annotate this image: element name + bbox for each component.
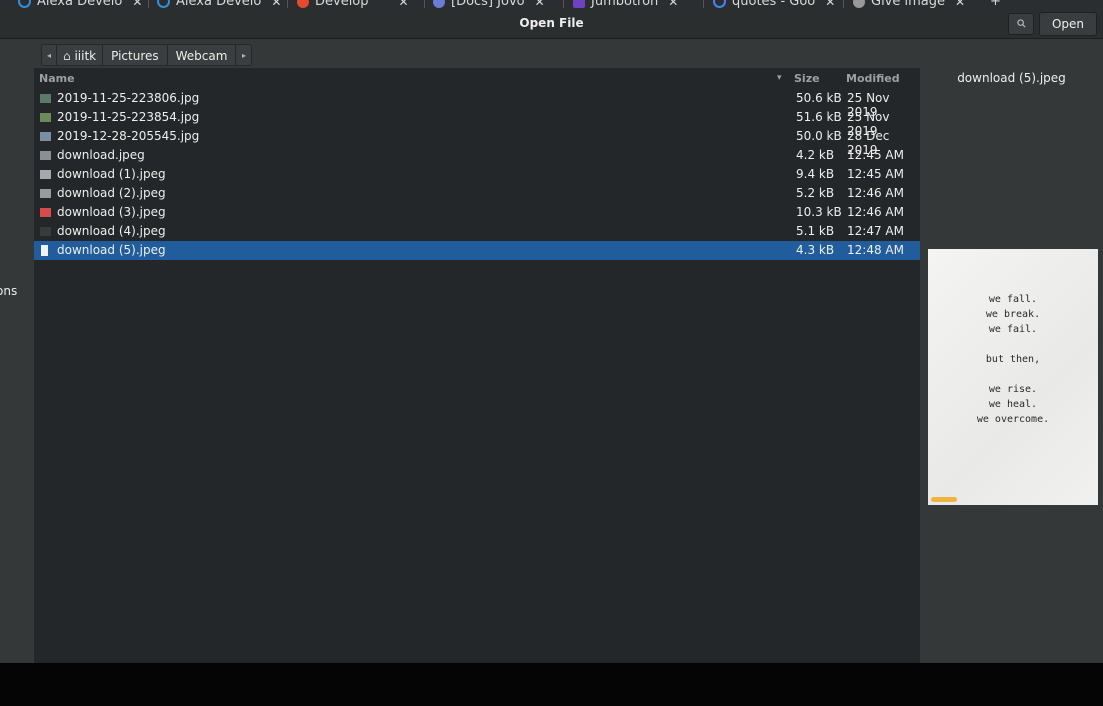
watermark-logo-icon (931, 497, 957, 502)
file-name: download (3).jpeg (57, 205, 166, 219)
preview-image: we fall. we break. we fail. but then, we r… (928, 249, 1098, 505)
quote-line (928, 367, 1098, 382)
quote-line (928, 337, 1098, 352)
file-size: 5.1 kB (796, 224, 835, 238)
table-row[interactable]: download (2).jpeg 5.2 kB 12:46 AM (34, 184, 920, 203)
tab-favicon-icon (853, 0, 865, 8)
file-size: 4.3 kB (796, 243, 835, 257)
desktop-background (0, 663, 1103, 706)
chevron-right-icon: ▸ (241, 51, 246, 60)
path-back-button[interactable]: ◂ (41, 44, 57, 66)
tab-favicon-icon (157, 0, 170, 8)
file-name: download.jpeg (57, 148, 145, 162)
file-name: 2019-11-25-223854.jpg (57, 110, 200, 124)
quote-line: we fail. (988, 324, 1038, 335)
path-forward-button[interactable]: ▸ (236, 44, 253, 66)
sidebar-item-label[interactable]: ons (0, 284, 17, 298)
search-icon (1016, 18, 1026, 28)
file-modified: 12:45 AM (847, 167, 904, 181)
quote-line: we overcome. (976, 414, 1050, 425)
file-size: 50.0 kB (796, 129, 842, 143)
image-file-icon (40, 151, 51, 160)
quote-line: we heal. (988, 399, 1038, 410)
image-file-icon (40, 132, 51, 141)
file-size: 9.4 kB (796, 167, 835, 181)
tab-favicon-icon (433, 0, 445, 8)
table-row[interactable]: download.jpeg 4.2 kB 12:45 AM (34, 146, 920, 165)
dialog-header: Open File Open (0, 8, 1103, 39)
quote-line: but then, (985, 354, 1041, 365)
path-item-home[interactable]: ⌂ iiitk (57, 44, 104, 66)
file-name: download (2).jpeg (57, 186, 166, 200)
file-size: 50.6 kB (796, 91, 842, 105)
places-sidebar: ons (0, 39, 34, 663)
quote-line: we break. (985, 309, 1041, 320)
path-item-pictures[interactable]: Pictures (103, 44, 168, 66)
table-row[interactable]: 2019-11-25-223806.jpg 50.6 kB 25 Nov 2019 (34, 89, 920, 119)
open-button[interactable]: Open (1039, 12, 1097, 36)
file-name: 2019-12-28-205545.jpg (57, 129, 200, 143)
image-file-icon (40, 227, 51, 236)
file-list[interactable]: Name ▾ Size Modified 2019-11-25-223806.j… (34, 68, 920, 663)
chevron-left-icon: ◂ (46, 51, 51, 60)
file-modified: 12:46 AM (847, 205, 904, 219)
path-item-label: iiitk (74, 49, 97, 63)
open-file-dialog: Open File Open ons ◂ ⌂ iiitk Pictures We… (0, 8, 1103, 663)
tab-favicon-icon (18, 0, 31, 8)
file-name: download (5).jpeg (57, 243, 166, 257)
file-name: download (4).jpeg (57, 224, 166, 238)
preview-filename: download (5).jpeg (957, 71, 1066, 85)
column-header-modified[interactable]: Modified (846, 72, 900, 85)
quote-line: we fall. (988, 294, 1038, 305)
column-header-size[interactable]: Size (794, 72, 820, 85)
file-size: 5.2 kB (796, 186, 835, 200)
table-row[interactable]: 2019-12-28-205545.jpg 50.0 kB 28 Dec 2019 (34, 127, 920, 157)
preview-pane: download (5).jpeg we fall. we break. we fa… (920, 68, 1103, 663)
search-button[interactable] (1008, 13, 1034, 35)
table-row[interactable]: download (3).jpeg 10.3 kB 12:46 AM (34, 203, 920, 222)
quote-line: we rise. (988, 384, 1038, 395)
path-bar: ◂ ⌂ iiitk Pictures Webcam ▸ (41, 44, 253, 66)
file-modified: 12:48 AM (847, 243, 904, 257)
table-row[interactable]: download (4).jpeg 5.1 kB 12:47 AM (34, 222, 920, 241)
file-name: download (1).jpeg (57, 167, 166, 181)
tab-favicon-icon (573, 0, 585, 8)
column-header-name[interactable]: Name (39, 72, 75, 85)
image-file-icon (40, 189, 51, 198)
image-file-icon (40, 170, 51, 179)
file-modified: 12:47 AM (847, 224, 904, 238)
file-name: 2019-11-25-223806.jpg (57, 91, 200, 105)
image-file-icon (40, 94, 51, 103)
file-size: 10.3 kB (796, 205, 842, 219)
image-file-icon (40, 113, 51, 122)
tab-favicon-icon (713, 0, 726, 8)
table-row[interactable]: 2019-11-25-223854.jpg 51.6 kB 25 Nov 2019 (34, 108, 920, 138)
column-header: Name ▾ Size Modified (34, 70, 920, 87)
preview-quote-text: we fall. we break. we fail. but then, we r… (928, 292, 1098, 427)
table-row[interactable]: download (5).jpeg 4.3 kB 12:48 AM (34, 241, 920, 260)
file-size: 4.2 kB (796, 148, 835, 162)
file-size: 51.6 kB (796, 110, 842, 124)
tab-favicon-icon (297, 0, 309, 8)
image-file-icon (41, 245, 48, 256)
home-icon: ⌂ (63, 49, 71, 63)
sort-arrow-icon: ▾ (777, 73, 782, 83)
file-modified: 12:45 AM (847, 148, 904, 162)
image-file-icon (40, 208, 51, 217)
file-modified: 12:46 AM (847, 186, 904, 200)
path-item-webcam[interactable]: Webcam (167, 44, 237, 66)
dialog-title: Open File (519, 16, 584, 30)
table-row[interactable]: download (1).jpeg 9.4 kB 12:45 AM (34, 165, 920, 184)
